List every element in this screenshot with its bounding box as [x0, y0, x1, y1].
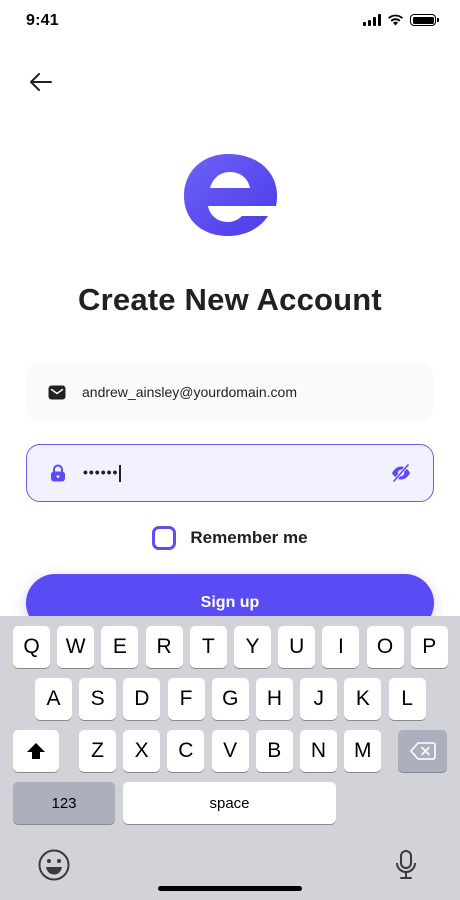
backspace-icon: [409, 742, 436, 760]
arrow-left-icon: [30, 73, 52, 91]
app-logo: [184, 154, 277, 236]
key-m[interactable]: M: [344, 730, 382, 772]
key-b[interactable]: B: [255, 730, 293, 772]
home-indicator: [158, 886, 302, 891]
shift-key[interactable]: [13, 730, 59, 772]
key-i[interactable]: I: [322, 626, 360, 668]
space-key[interactable]: space: [123, 782, 336, 824]
key-h[interactable]: H: [256, 678, 293, 720]
key-u[interactable]: U: [278, 626, 316, 668]
cellular-signal-icon: [363, 14, 381, 26]
key-f[interactable]: F: [167, 678, 205, 720]
key-w[interactable]: W: [57, 626, 95, 668]
key-j[interactable]: J: [300, 678, 338, 720]
email-value: andrew_ainsley@yourdomain.com: [82, 384, 297, 400]
mail-icon: [46, 385, 68, 400]
status-icons: [363, 14, 439, 26]
key-e[interactable]: E: [101, 626, 139, 668]
dictation-key[interactable]: [394, 848, 418, 882]
key-q[interactable]: Q: [13, 626, 50, 668]
microphone-icon: [396, 850, 416, 879]
key-o[interactable]: O: [366, 626, 404, 668]
key-z[interactable]: Z: [79, 730, 116, 772]
remember-me-row: Remember me: [0, 526, 460, 550]
eye-slash-icon[interactable]: [389, 464, 413, 482]
key-k[interactable]: K: [344, 678, 382, 720]
delete-key[interactable]: [398, 730, 447, 772]
key-n[interactable]: N: [300, 730, 337, 772]
key-p[interactable]: P: [410, 626, 448, 668]
key-l[interactable]: L: [388, 678, 426, 720]
email-field[interactable]: andrew_ainsley@yourdomain.com: [26, 363, 434, 421]
back-button[interactable]: [26, 68, 56, 96]
shift-arrow-icon: [27, 743, 45, 759]
password-value: ••••••: [83, 464, 389, 482]
status-time: 9:41: [26, 12, 59, 29]
emoji-key[interactable]: [37, 848, 71, 882]
on-screen-keyboard: Q W E R T Y U I O P A S D F G H J K L Z X C V B N M 123 space: [0, 616, 460, 900]
page-title: Create New Account: [78, 282, 382, 317]
key-r[interactable]: R: [145, 626, 183, 668]
key-y[interactable]: Y: [234, 626, 271, 668]
remember-me-label[interactable]: Remember me: [190, 528, 307, 548]
lock-icon: [47, 464, 69, 482]
key-x[interactable]: X: [123, 730, 161, 772]
key-c[interactable]: C: [167, 730, 205, 772]
key-s[interactable]: S: [79, 678, 117, 720]
key-a[interactable]: A: [35, 678, 72, 720]
numbers-key[interactable]: 123: [13, 782, 115, 824]
text-cursor: [119, 464, 121, 482]
remember-me-checkbox[interactable]: [152, 526, 177, 550]
key-d[interactable]: D: [123, 678, 161, 720]
emoji-icon: [38, 849, 70, 881]
wifi-icon: [388, 14, 403, 26]
status-bar: 9:41: [0, 0, 460, 44]
password-field[interactable]: ••••••: [26, 444, 434, 502]
battery-icon: [410, 14, 439, 26]
key-t[interactable]: T: [189, 626, 227, 668]
key-v[interactable]: V: [211, 730, 249, 772]
key-g[interactable]: G: [211, 678, 249, 720]
